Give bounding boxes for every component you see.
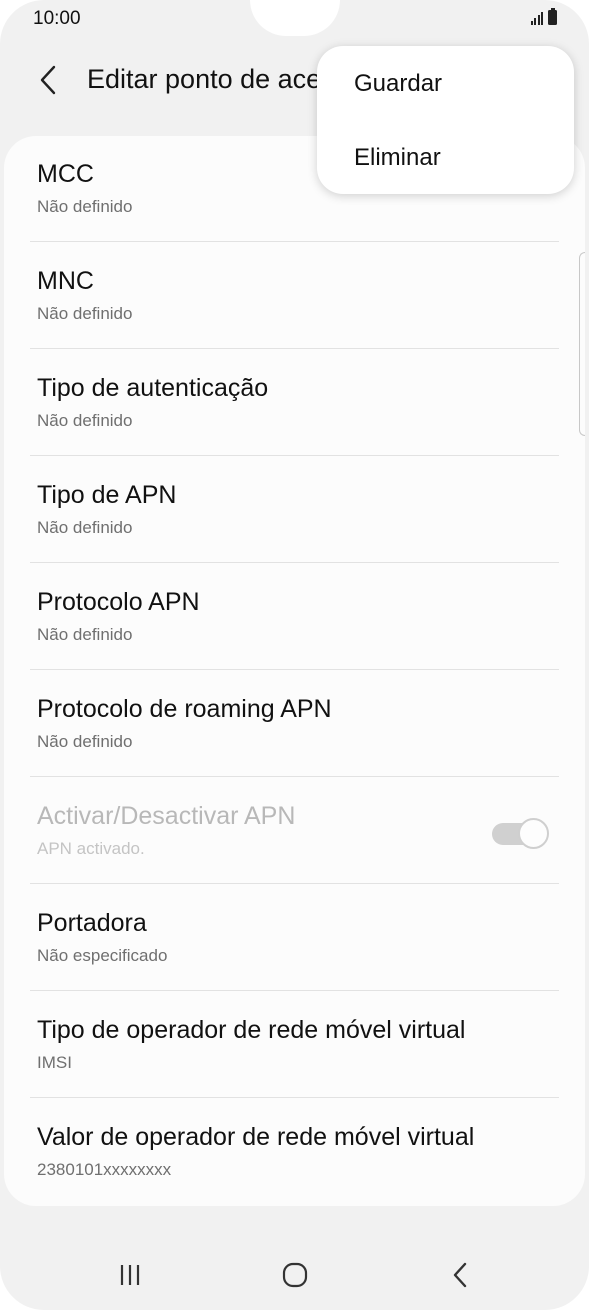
- phone-screen: 10:00 Editar ponto de acesso MCC Não def…: [0, 0, 589, 1310]
- setting-mvno-type[interactable]: Tipo de operador de rede móvel virtual I…: [4, 992, 585, 1099]
- setting-title: Protocolo APN: [37, 588, 200, 616]
- divider: [30, 669, 559, 670]
- setting-title: Portadora: [37, 909, 147, 937]
- settings-list: MCC Não definido MNC Não definido Tipo d…: [4, 136, 585, 1206]
- divider: [30, 562, 559, 563]
- setting-title: Tipo de operador de rede móvel virtual: [37, 1016, 466, 1044]
- back-arrow-icon[interactable]: [36, 62, 60, 98]
- recents-icon[interactable]: [100, 1258, 160, 1292]
- status-time: 10:00: [33, 8, 81, 29]
- toggle-knob: [518, 818, 549, 849]
- setting-title: Valor de operador de rede móvel virtual: [37, 1123, 475, 1151]
- setting-title: Activar/Desactivar APN: [37, 802, 296, 830]
- divider: [30, 241, 559, 242]
- menu-item-delete[interactable]: Eliminar: [317, 120, 574, 194]
- divider: [30, 990, 559, 991]
- status-icons: [530, 8, 557, 25]
- setting-apn-protocol[interactable]: Protocolo APN Não definido: [4, 564, 585, 671]
- setting-title: Tipo de APN: [37, 481, 177, 509]
- setting-value: Não especificado: [37, 946, 168, 965]
- setting-title: MCC: [37, 160, 94, 188]
- apn-enable-toggle: [492, 818, 549, 850]
- setting-value: Não definido: [37, 518, 133, 537]
- battery-icon: [548, 8, 557, 25]
- setting-apn-enable: Activar/Desactivar APN APN activado.: [4, 778, 585, 885]
- back-icon[interactable]: [430, 1258, 490, 1292]
- divider: [30, 1097, 559, 1098]
- divider: [30, 455, 559, 456]
- setting-apn-roaming-protocol[interactable]: Protocolo de roaming APN Não definido: [4, 671, 585, 778]
- setting-value: Não definido: [37, 304, 133, 323]
- setting-mnc[interactable]: MNC Não definido: [4, 243, 585, 350]
- menu-item-save[interactable]: Guardar: [317, 46, 574, 120]
- home-icon[interactable]: [265, 1258, 325, 1292]
- setting-value: Não definido: [37, 732, 133, 751]
- divider: [30, 348, 559, 349]
- setting-value: Não definido: [37, 197, 133, 216]
- setting-mvno-value[interactable]: Valor de operador de rede móvel virtual …: [4, 1099, 585, 1206]
- menu-item-label: Guardar: [354, 70, 443, 97]
- setting-title: Protocolo de roaming APN: [37, 695, 332, 723]
- setting-value: Não definido: [37, 411, 133, 430]
- setting-apn-type[interactable]: Tipo de APN Não definido: [4, 457, 585, 564]
- scrollbar[interactable]: [579, 252, 585, 436]
- setting-value: Não definido: [37, 625, 133, 644]
- divider: [30, 776, 559, 777]
- status-bar: 10:00: [0, 0, 589, 36]
- setting-title: MNC: [37, 267, 94, 295]
- navigation-bar: [0, 1236, 589, 1310]
- setting-value: 2380101xxxxxxxx: [37, 1160, 172, 1179]
- setting-auth-type[interactable]: Tipo de autenticação Não definido: [4, 350, 585, 457]
- overflow-menu: Guardar Eliminar: [317, 46, 574, 194]
- menu-item-label: Eliminar: [354, 144, 441, 171]
- setting-value: APN activado.: [37, 839, 145, 858]
- setting-bearer[interactable]: Portadora Não especificado: [4, 885, 585, 992]
- setting-title: Tipo de autenticação: [37, 374, 269, 402]
- divider: [30, 883, 559, 884]
- signal-icon: [530, 11, 543, 25]
- setting-value: IMSI: [37, 1053, 72, 1072]
